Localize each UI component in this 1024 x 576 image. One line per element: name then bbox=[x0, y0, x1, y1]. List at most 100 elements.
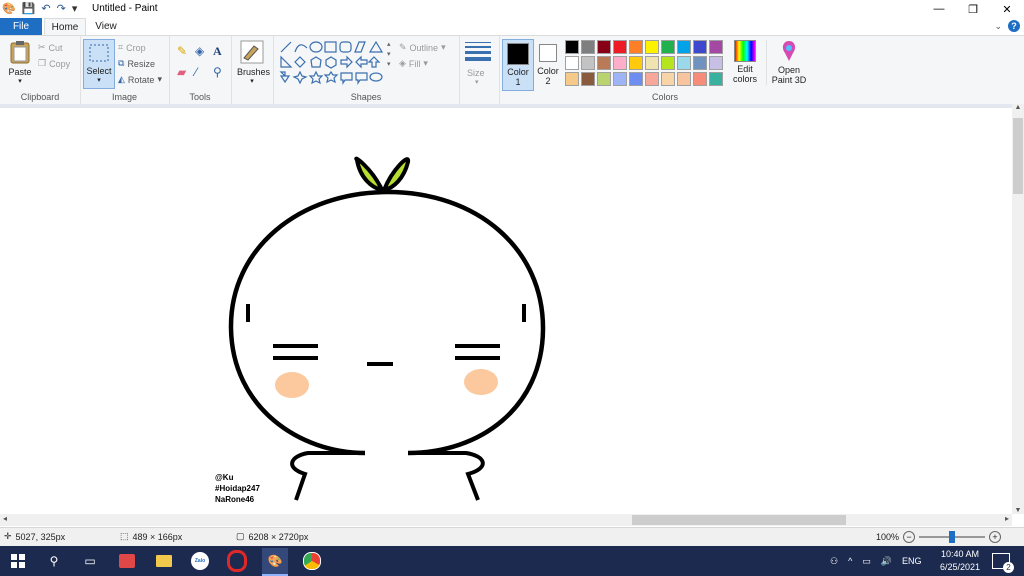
palette-swatch-1[interactable] bbox=[565, 40, 579, 54]
horizontal-scroll-thumb[interactable] bbox=[632, 515, 846, 525]
show-hidden-icons-chevron[interactable]: ^ bbox=[848, 556, 852, 566]
palette-swatch-13[interactable] bbox=[597, 56, 611, 70]
notification-center-icon[interactable]: 2 bbox=[992, 546, 1014, 576]
palette-swatch-30[interactable] bbox=[709, 72, 723, 86]
color2-button[interactable]: Color 2 bbox=[534, 39, 562, 89]
scroll-left-arrow[interactable]: ◂ bbox=[3, 514, 7, 523]
photos-app-icon[interactable] bbox=[117, 551, 137, 571]
open-paint3d-button[interactable]: Open Paint 3D bbox=[766, 40, 811, 85]
palette-swatch-20[interactable] bbox=[709, 56, 723, 70]
search-icon[interactable]: ⚲ bbox=[44, 551, 64, 571]
vertical-scroll-thumb[interactable] bbox=[1013, 118, 1023, 194]
drawing-canvas[interactable]: @Ku #Hoidap247 NaRone46 bbox=[0, 104, 1012, 514]
customize-chevron-icon[interactable]: ▾ bbox=[72, 2, 78, 15]
pencil-icon[interactable]: ✎ bbox=[177, 44, 193, 59]
palette-swatch-25[interactable] bbox=[629, 72, 643, 86]
palette-swatch-10[interactable] bbox=[709, 40, 723, 54]
zalo-app-icon[interactable]: Zalo bbox=[190, 551, 210, 571]
opera-browser-icon[interactable] bbox=[227, 550, 247, 572]
palette-swatch-29[interactable] bbox=[693, 72, 707, 86]
shapes-gallery[interactable] bbox=[279, 40, 389, 86]
clock[interactable]: 10:40 AM 6/25/2021 bbox=[938, 546, 982, 576]
file-explorer-icon[interactable] bbox=[154, 551, 174, 571]
task-view-icon[interactable]: ▭ bbox=[80, 551, 100, 571]
zoom-out-button[interactable]: − bbox=[903, 531, 916, 543]
palette-swatch-16[interactable] bbox=[645, 56, 659, 70]
save-icon[interactable]: 💾 bbox=[22, 2, 36, 15]
help-icon[interactable]: ? bbox=[1008, 20, 1020, 32]
rotate-button[interactable]: ◭ Rotate ▾ bbox=[118, 74, 162, 85]
maximize-button[interactable]: ❐ bbox=[956, 0, 990, 18]
magnifier-icon[interactable]: ⚲ bbox=[213, 65, 229, 79]
palette-swatch-5[interactable] bbox=[629, 40, 643, 54]
palette-swatch-22[interactable] bbox=[581, 72, 595, 86]
cut-button[interactable]: ✂ Cut bbox=[38, 42, 63, 53]
person-icon[interactable]: ⚇ bbox=[830, 556, 838, 567]
undo-icon[interactable]: ↶ bbox=[41, 2, 50, 15]
shapes-scroll[interactable]: ▴ ▾ ▾ bbox=[387, 40, 391, 70]
palette-swatch-21[interactable] bbox=[565, 72, 579, 86]
scroll-down-arrow[interactable]: ▼ bbox=[1012, 507, 1024, 514]
edit-colors-button[interactable]: Edit colors bbox=[730, 40, 760, 84]
palette-swatch-24[interactable] bbox=[613, 72, 627, 86]
palette-swatch-14[interactable] bbox=[613, 56, 627, 70]
palette-swatch-2[interactable] bbox=[581, 40, 595, 54]
scroll-right-arrow[interactable]: ▸ bbox=[1005, 514, 1009, 523]
zoom-in-button[interactable]: + bbox=[989, 531, 1002, 543]
color-picker-icon[interactable]: ⁄ bbox=[195, 65, 211, 79]
redo-icon[interactable]: ↷ bbox=[57, 2, 66, 15]
crop-button[interactable]: ⌗ Crop bbox=[118, 42, 146, 53]
tab-view[interactable]: View bbox=[88, 18, 124, 35]
collapse-ribbon-icon[interactable]: ⌄ bbox=[994, 21, 1002, 32]
text-icon[interactable]: A bbox=[213, 44, 229, 59]
palette-swatch-11[interactable] bbox=[565, 56, 579, 70]
palette-swatch-26[interactable] bbox=[645, 72, 659, 86]
copy-button[interactable]: ❐ Copy bbox=[38, 58, 70, 69]
fill-bucket-icon[interactable]: ◈ bbox=[195, 44, 211, 59]
vertical-scrollbar[interactable]: ▲ ▼ bbox=[1012, 104, 1024, 514]
crop-icon: ⌗ bbox=[118, 42, 124, 52]
chrome-browser-icon[interactable] bbox=[302, 551, 322, 571]
palette-swatch-12[interactable] bbox=[581, 56, 595, 70]
palette-swatch-23[interactable] bbox=[597, 72, 611, 86]
paste-button[interactable]: Paste ▾ bbox=[6, 40, 34, 85]
palette-swatch-17[interactable] bbox=[661, 56, 675, 70]
battery-icon[interactable]: ▭ bbox=[862, 556, 871, 567]
eraser-icon[interactable]: ▰ bbox=[177, 65, 193, 79]
scroll-up-arrow[interactable]: ▲ bbox=[1012, 104, 1024, 111]
color1-button[interactable]: Color 1 bbox=[502, 39, 534, 91]
size-button[interactable]: Size ▾ bbox=[459, 36, 500, 104]
brushes-group[interactable]: Brushes ▾ bbox=[231, 36, 274, 104]
select-button[interactable]: Select ▾ bbox=[83, 39, 115, 89]
palette-swatch-4[interactable] bbox=[613, 40, 627, 54]
tab-home[interactable]: Home bbox=[44, 18, 86, 36]
rainbow-palette-icon bbox=[734, 40, 756, 62]
horizontal-scrollbar[interactable]: ◂ ▸ bbox=[0, 514, 1012, 526]
title-bar: 🎨 💾 ↶ ↷ ▾ Untitled - Paint — ❐ ✕ bbox=[0, 0, 1024, 18]
resize-button[interactable]: ⧉ Resize bbox=[118, 58, 155, 69]
start-windows-icon[interactable] bbox=[8, 551, 28, 571]
palette-swatch-27[interactable] bbox=[661, 72, 675, 86]
language-indicator[interactable]: ENG bbox=[902, 556, 922, 566]
palette-swatch-9[interactable] bbox=[693, 40, 707, 54]
outline-button[interactable]: ✎ Outline ▾ bbox=[399, 42, 446, 53]
palette-swatch-6[interactable] bbox=[645, 40, 659, 54]
palette-swatch-18[interactable] bbox=[677, 56, 691, 70]
close-button[interactable]: ✕ bbox=[990, 0, 1024, 18]
palette-swatch-7[interactable] bbox=[661, 40, 675, 54]
windows-taskbar: ⚲ ▭ Zalo 🎨 ⚇ ^ ▭ 🔊 ENG 10:40 AM 6/25/202… bbox=[0, 546, 1024, 576]
zoom-slider[interactable] bbox=[919, 531, 986, 543]
palette-swatch-19[interactable] bbox=[693, 56, 707, 70]
image-group: Select ▾ ⌗ Crop ⧉ Resize ◭ Rotate ▾ Image bbox=[80, 36, 170, 104]
palette-swatch-15[interactable] bbox=[629, 56, 643, 70]
zoom-slider-thumb[interactable] bbox=[949, 531, 956, 543]
fill-button[interactable]: ◈ Fill ▾ bbox=[399, 58, 428, 69]
palette-swatch-3[interactable] bbox=[597, 40, 611, 54]
sprout-leaf-right bbox=[380, 157, 411, 193]
minimize-button[interactable]: — bbox=[922, 0, 956, 18]
palette-swatch-8[interactable] bbox=[677, 40, 691, 54]
volume-icon[interactable]: 🔊 bbox=[881, 556, 892, 567]
paint-taskbar-icon[interactable]: 🎨 bbox=[262, 548, 288, 576]
palette-swatch-28[interactable] bbox=[677, 72, 691, 86]
tab-file[interactable]: File bbox=[0, 18, 42, 35]
